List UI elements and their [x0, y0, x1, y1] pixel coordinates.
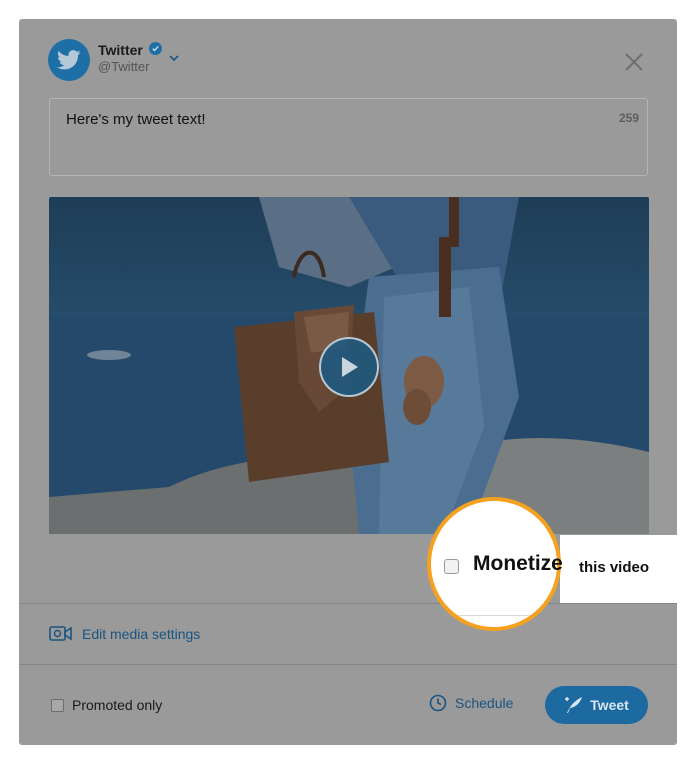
chevron-down-icon[interactable] [168, 53, 180, 63]
tweet-button-label: Tweet [590, 697, 629, 713]
play-button[interactable] [319, 337, 379, 397]
close-icon[interactable] [623, 51, 645, 73]
quill-icon [565, 697, 583, 713]
section-divider [19, 603, 677, 604]
monetize-checkbox[interactable] [444, 559, 459, 574]
monetize-suffix-label: this video [579, 559, 650, 576]
character-counter: 259 [618, 111, 639, 125]
twitter-bird-icon [57, 50, 81, 70]
account-handle: @Twitter [98, 59, 150, 74]
account-avatar [48, 39, 90, 81]
promoted-only-option[interactable]: Promoted only [51, 697, 162, 713]
tweet-text-input[interactable]: Here's my tweet text! 259 [49, 98, 648, 176]
play-icon [342, 357, 358, 377]
video-thumbnail [49, 197, 649, 534]
monetize-label: Monetize [473, 552, 563, 575]
promoted-only-label: Promoted only [72, 697, 163, 713]
promoted-only-checkbox[interactable] [51, 698, 64, 712]
schedule-button[interactable]: Schedule [429, 694, 513, 712]
section-divider [19, 664, 677, 665]
video-camera-icon [49, 626, 72, 641]
clock-icon [429, 694, 447, 712]
account-name: Twitter [98, 42, 143, 58]
edit-media-settings-label: Edit media settings [82, 625, 201, 642]
verified-badge-icon [149, 42, 162, 55]
tweet-button[interactable]: Tweet [545, 686, 648, 724]
tweet-text: Here's my tweet text! [66, 111, 206, 128]
tweet-composer-modal: Twitter @Twitter Here's my tweet text! 2… [19, 19, 677, 745]
callout-divider [431, 615, 557, 616]
edit-media-settings-button[interactable]: Edit media settings [49, 625, 200, 642]
schedule-label: Schedule [455, 695, 514, 711]
